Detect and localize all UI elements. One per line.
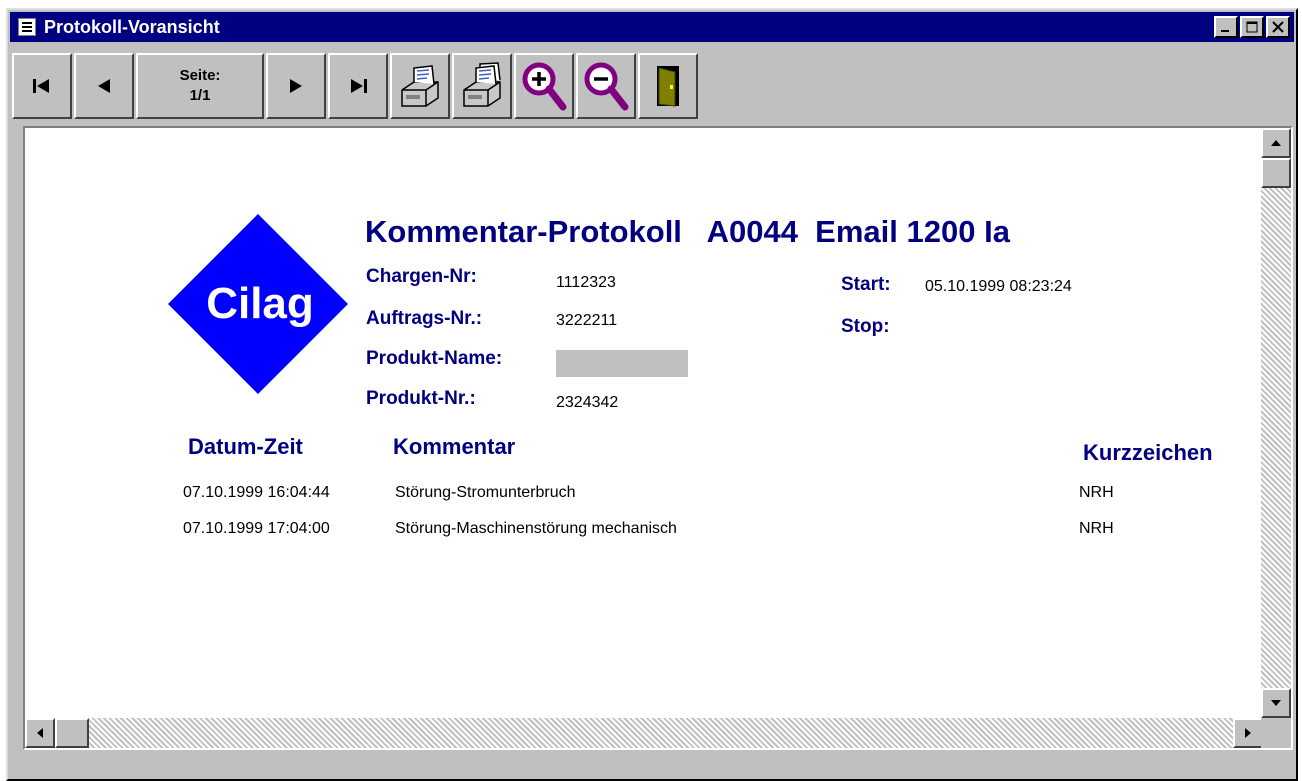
- zoom-in-button[interactable]: [514, 53, 574, 119]
- column-header-initials: Kurzzeichen: [1083, 440, 1213, 465]
- page-value: 1/1: [189, 87, 211, 104]
- column-header-comment: Kommentar: [393, 434, 516, 459]
- scroll-up-button[interactable]: [1261, 128, 1291, 158]
- print-button[interactable]: [390, 53, 450, 119]
- toolbar: Seite: 1/1: [12, 47, 698, 125]
- print-multiple-icon: [463, 62, 501, 107]
- page-indicator: Seite: 1/1: [136, 53, 264, 119]
- report-title: Kommentar-Protokoll A0044 Email 1200 Ia: [365, 214, 1010, 249]
- zoom-out-icon: [584, 62, 629, 111]
- minimize-icon: [1221, 30, 1229, 32]
- chargen-label: Chargen-Nr:: [366, 266, 477, 287]
- print-icon: [401, 65, 439, 107]
- row-2-comment: Störung-Maschinenstörung mechanisch: [395, 520, 677, 537]
- zoom-in-icon: [522, 62, 567, 111]
- cilag-logo: Cilag: [168, 214, 348, 394]
- maximize-button[interactable]: [1240, 16, 1264, 38]
- chargen-value: 1112323: [556, 274, 616, 291]
- print-setup-button[interactable]: [452, 53, 512, 119]
- window-title: Protokoll-Voransicht: [44, 16, 220, 37]
- title-bar[interactable]: Protokoll-Voransicht: [10, 12, 1294, 42]
- exit-door-icon: [657, 66, 679, 107]
- row-1-datetime: 07.10.1999 16:04:44: [183, 484, 330, 501]
- scroll-down-button[interactable]: [1261, 688, 1291, 718]
- produktnr-label: Produkt-Nr.:: [366, 388, 476, 409]
- arrow-down-icon: [1271, 700, 1281, 706]
- auftrags-label: Auftrags-Nr.:: [366, 308, 483, 329]
- scrollbar-corner: [1261, 718, 1291, 748]
- produktname-label: Produkt-Name:: [366, 348, 503, 369]
- horizontal-scrollbar[interactable]: [25, 718, 1263, 748]
- minimize-button[interactable]: [1214, 16, 1238, 38]
- close-button[interactable]: [1266, 16, 1290, 38]
- arrow-right-icon: [1245, 728, 1251, 738]
- row-1-comment: Störung-Stromunterbruch: [395, 484, 576, 501]
- produktname-value: [556, 350, 688, 377]
- row-2-initials: NRH: [1079, 520, 1114, 537]
- last-page-icon: [351, 79, 367, 93]
- vertical-scroll-thumb[interactable]: [1261, 158, 1291, 188]
- status-bar: [10, 750, 1296, 779]
- next-page-button[interactable]: [266, 53, 326, 119]
- column-header-datetime: Datum-Zeit: [188, 434, 303, 459]
- report-preview-area[interactable]: Cilag Kommentar-Protokoll A0044 Email 12…: [23, 126, 1293, 750]
- last-page-button[interactable]: [328, 53, 388, 119]
- preview-window: Protokoll-Voransicht Seite: 1/1 Cilag Ko…: [6, 8, 1298, 781]
- horizontal-scroll-thumb[interactable]: [55, 718, 89, 748]
- produktnr-value: 2324342: [556, 394, 619, 411]
- start-label: Start:: [841, 274, 891, 295]
- zoom-out-button[interactable]: [576, 53, 636, 119]
- logo-text: Cilag: [206, 279, 314, 328]
- next-page-icon: [290, 79, 302, 93]
- auftrags-value: 3222211: [556, 312, 618, 329]
- maximize-icon: [1246, 21, 1258, 33]
- arrow-up-icon: [1271, 140, 1281, 146]
- arrow-left-icon: [37, 728, 43, 738]
- prev-page-icon: [98, 79, 110, 93]
- page-label: Seite:: [179, 67, 221, 84]
- start-value: 05.10.1999 08:23:24: [925, 278, 1072, 295]
- scroll-right-button[interactable]: [1233, 718, 1263, 748]
- stop-label: Stop:: [841, 316, 890, 337]
- exit-button[interactable]: [638, 53, 698, 119]
- previous-page-button[interactable]: [74, 53, 134, 119]
- first-page-button[interactable]: [12, 53, 72, 119]
- close-icon: [1272, 21, 1284, 33]
- row-2-datetime: 07.10.1999 17:04:00: [183, 520, 330, 537]
- report-icon: [18, 18, 36, 36]
- first-page-icon: [33, 79, 49, 93]
- scroll-left-button[interactable]: [25, 718, 55, 748]
- vertical-scrollbar[interactable]: [1261, 128, 1291, 718]
- row-1-initials: NRH: [1079, 484, 1114, 501]
